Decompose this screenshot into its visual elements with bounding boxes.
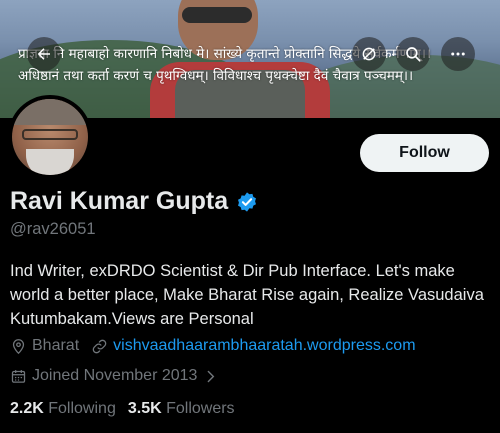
website-link[interactable]: vishvaadhaarambhaaratah.wordpress.com xyxy=(113,337,415,355)
chevron-right-icon xyxy=(208,370,215,382)
back-button[interactable] xyxy=(27,37,61,71)
arrow-left-icon xyxy=(37,48,50,60)
profile-name: Ravi Kumar Gupta xyxy=(10,187,229,215)
banner-verse-line-2: अधिष्ठानं तथा कर्ता करणं च पृथग्विधम्। व… xyxy=(18,68,414,84)
hide-button[interactable] xyxy=(352,37,386,71)
following-count: 2.2K xyxy=(10,400,44,417)
followers-label: Followers xyxy=(166,400,235,417)
joined-text: Joined November 2013 xyxy=(32,367,198,384)
location-pin-icon xyxy=(12,338,25,354)
more-button[interactable] xyxy=(441,37,475,71)
follow-button[interactable]: Follow xyxy=(360,134,489,172)
link-icon xyxy=(92,339,107,353)
location-item: Bharat xyxy=(10,337,79,355)
followers-stat[interactable]: 3.5K Followers xyxy=(128,400,235,418)
verified-badge-icon[interactable] xyxy=(236,191,258,213)
avatar-photo xyxy=(12,99,88,175)
search-button[interactable] xyxy=(396,37,430,71)
profile-bio: Ind Writer, exDRDO Scientist & Dir Pub I… xyxy=(10,262,484,328)
joined-item[interactable]: Joined November 2013 xyxy=(10,367,219,385)
following-stat[interactable]: 2.2K Following xyxy=(10,400,116,418)
banner-person-sunglasses xyxy=(182,7,252,23)
location-text: Bharat xyxy=(32,337,80,354)
eye-slash-icon xyxy=(362,47,376,61)
followers-count: 3.5K xyxy=(127,400,162,417)
calendar-icon xyxy=(11,369,26,383)
avatar-glasses xyxy=(22,129,78,140)
profile-name-row: Ravi Kumar Gupta xyxy=(10,187,258,216)
avatar-beard xyxy=(26,149,74,175)
avatar-hair xyxy=(12,99,88,125)
search-icon xyxy=(406,47,421,62)
website-item[interactable]: vishvaadhaarambhaaratah.wordpress.com xyxy=(91,337,416,355)
following-label: Following xyxy=(48,400,116,417)
profile-handle: @rav26051 xyxy=(10,220,96,238)
avatar[interactable] xyxy=(8,95,92,179)
profile-meta-row: Bharat vishvaadhaarambhaaratah.wordpress… xyxy=(10,337,428,355)
follow-stats: 2.2K Following 3.5K Followers xyxy=(10,400,247,418)
more-horizontal-icon xyxy=(451,52,465,56)
